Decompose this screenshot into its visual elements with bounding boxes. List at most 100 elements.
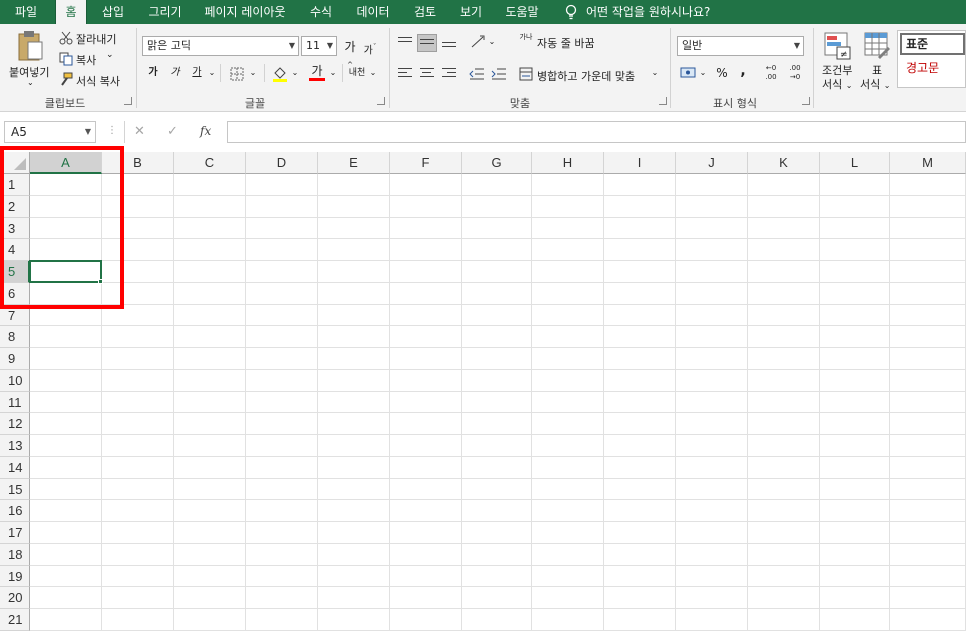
cell-f18[interactable]	[390, 543, 462, 566]
cell-c8[interactable]	[174, 326, 246, 348]
cell-g19[interactable]	[462, 565, 532, 588]
cell-h1[interactable]	[532, 174, 604, 196]
borders-chevron-icon[interactable]: ⌄	[248, 64, 258, 82]
alignment-launcher-icon[interactable]	[659, 97, 667, 105]
cell-i20[interactable]	[604, 587, 676, 609]
cell-h20[interactable]	[532, 587, 604, 609]
cell-e5[interactable]	[318, 261, 390, 283]
cell-e15[interactable]	[318, 478, 390, 501]
cell-j9[interactable]	[676, 348, 748, 370]
clipboard-launcher-icon[interactable]	[124, 97, 132, 105]
cell-l5[interactable]	[820, 261, 890, 283]
italic-button[interactable]: 가	[166, 64, 184, 82]
cell-c7[interactable]	[174, 304, 246, 327]
cell-c13[interactable]	[174, 435, 246, 457]
format-painter-button[interactable]: 서식 복사	[76, 73, 120, 89]
cell-k7[interactable]	[748, 304, 820, 327]
cell-k8[interactable]	[748, 326, 820, 348]
number-format-select[interactable]: 일반 ▼	[677, 36, 804, 56]
cell-m18[interactable]	[890, 543, 966, 566]
style-bad[interactable]: 경고문	[900, 58, 965, 80]
cell-f3[interactable]	[390, 217, 462, 240]
align-middle-button[interactable]	[417, 34, 437, 52]
cell-h7[interactable]	[532, 304, 604, 327]
row-header-9[interactable]: 9	[0, 348, 30, 370]
cell-k18[interactable]	[748, 543, 820, 566]
cell-a10[interactable]	[30, 369, 102, 392]
cell-f11[interactable]	[390, 391, 462, 414]
conditional-formatting-icon[interactable]: ≠	[824, 32, 852, 60]
name-box[interactable]: A5 ▼	[4, 121, 96, 143]
column-header-k[interactable]: K	[748, 152, 820, 174]
cell-j3[interactable]	[676, 217, 748, 240]
cell-l3[interactable]	[820, 217, 890, 240]
cell-d16[interactable]	[246, 500, 318, 522]
cell-j8[interactable]	[676, 326, 748, 348]
cell-j6[interactable]	[676, 282, 748, 305]
cell-a11[interactable]	[30, 391, 102, 414]
cell-l16[interactable]	[820, 500, 890, 522]
cell-i6[interactable]	[604, 282, 676, 305]
paste-chevron-icon[interactable]: ⌄	[27, 78, 34, 87]
cell-m13[interactable]	[890, 435, 966, 457]
cell-m11[interactable]	[890, 391, 966, 414]
cell-e19[interactable]	[318, 565, 390, 588]
row-header-8[interactable]: 8	[0, 326, 30, 348]
cell-d8[interactable]	[246, 326, 318, 348]
cell-e8[interactable]	[318, 326, 390, 348]
cell-d10[interactable]	[246, 369, 318, 392]
increase-indent-icon[interactable]	[491, 67, 507, 81]
cell-m8[interactable]	[890, 326, 966, 348]
cell-g18[interactable]	[462, 543, 532, 566]
cell-c21[interactable]	[174, 609, 246, 631]
cell-g12[interactable]	[462, 413, 532, 435]
copy-button[interactable]: 복사	[76, 52, 96, 68]
cell-b8[interactable]	[102, 326, 174, 348]
cell-m1[interactable]	[890, 174, 966, 196]
cell-j1[interactable]	[676, 174, 748, 196]
cell-b13[interactable]	[102, 435, 174, 457]
cell-l11[interactable]	[820, 391, 890, 414]
style-normal[interactable]: 표준	[900, 33, 965, 55]
cell-e18[interactable]	[318, 543, 390, 566]
row-header-20[interactable]: 20	[0, 587, 30, 609]
cell-e1[interactable]	[318, 174, 390, 196]
cell-i3[interactable]	[604, 217, 676, 240]
cell-e10[interactable]	[318, 369, 390, 392]
cell-g8[interactable]	[462, 326, 532, 348]
cell-g9[interactable]	[462, 348, 532, 370]
accounting-chevron-icon[interactable]: ⌄	[698, 64, 708, 82]
cell-i14[interactable]	[604, 456, 676, 479]
tab-file[interactable]: 파일	[0, 0, 52, 24]
comma-style-button[interactable]: ,	[737, 62, 749, 80]
fill-color-chevron-icon[interactable]: ⌄	[290, 64, 300, 82]
cell-m17[interactable]	[890, 522, 966, 544]
cell-m15[interactable]	[890, 478, 966, 501]
cell-f19[interactable]	[390, 565, 462, 588]
cell-d9[interactable]	[246, 348, 318, 370]
cell-j11[interactable]	[676, 391, 748, 414]
cell-l21[interactable]	[820, 609, 890, 631]
cell-g13[interactable]	[462, 435, 532, 457]
cell-f6[interactable]	[390, 282, 462, 305]
phonetic-chevron-icon[interactable]: ⌄	[368, 64, 378, 82]
cell-c18[interactable]	[174, 543, 246, 566]
cell-k5[interactable]	[748, 261, 820, 283]
cell-e12[interactable]	[318, 413, 390, 435]
cell-d5[interactable]	[246, 261, 318, 283]
cell-l1[interactable]	[820, 174, 890, 196]
tab-view[interactable]: 보기	[450, 0, 492, 24]
cell-m20[interactable]	[890, 587, 966, 609]
paste-icon[interactable]	[16, 30, 46, 62]
cell-f12[interactable]	[390, 413, 462, 435]
cell-l13[interactable]	[820, 435, 890, 457]
cell-m5[interactable]	[890, 261, 966, 283]
cell-g16[interactable]	[462, 500, 532, 522]
cell-a12[interactable]	[30, 413, 102, 435]
cell-h13[interactable]	[532, 435, 604, 457]
cell-g1[interactable]	[462, 174, 532, 196]
cell-j19[interactable]	[676, 565, 748, 588]
row-header-10[interactable]: 10	[0, 369, 30, 392]
cell-j2[interactable]	[676, 195, 748, 218]
wrap-text-button[interactable]: 자동 줄 바꿈	[537, 35, 595, 51]
